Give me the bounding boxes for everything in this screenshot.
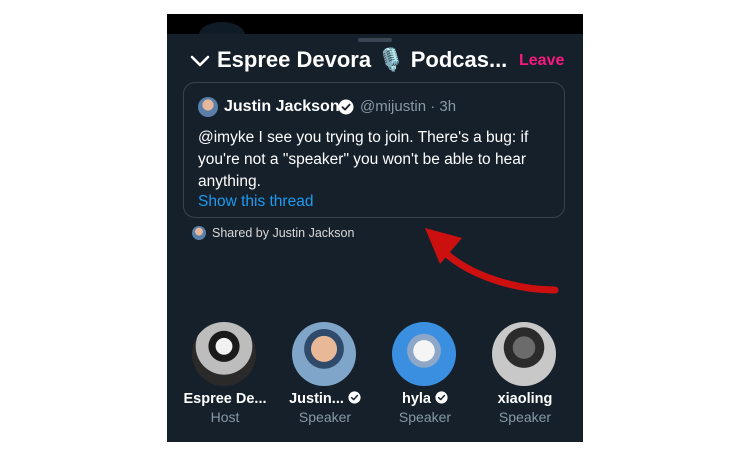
space-header: Espree Devora 🎙️ Podcas... Leave — [189, 46, 569, 74]
speaker-name-row: Justin... — [275, 389, 375, 409]
avatar[interactable] — [492, 322, 556, 386]
space-title: Espree Devora 🎙️ Podcas... — [217, 47, 508, 72]
avatar[interactable] — [392, 322, 456, 386]
verified-badge-icon — [338, 99, 354, 115]
speaker-role: Speaker — [398, 409, 452, 425]
status-bar-area — [167, 14, 583, 48]
avatar — [192, 226, 206, 240]
tweet-text: @imyke I see you trying to join. There's… — [198, 129, 529, 190]
avatar[interactable] — [292, 322, 356, 386]
drag-handle[interactable] — [358, 38, 392, 42]
avatar[interactable] — [192, 322, 256, 386]
speaker-name: Justin... — [289, 391, 344, 407]
speaker-item[interactable]: Espree De... Host — [175, 314, 275, 425]
avatar[interactable] — [198, 97, 218, 117]
chevron-down-icon[interactable] — [189, 50, 211, 72]
speaker-name: Espree De... — [183, 391, 267, 407]
speaker-role: Speaker — [298, 409, 352, 425]
speaker-item[interactable]: hyla Speaker — [375, 314, 475, 425]
verified-badge-icon — [348, 391, 361, 404]
leave-button[interactable]: Leave — [519, 49, 564, 73]
speaker-name: hyla — [401, 391, 431, 407]
show-thread-link[interactable]: Show this thread — [198, 191, 313, 213]
speaker-role: Host — [210, 409, 240, 425]
speakers-grid: Espree De... Host Justin... Speaker hyla… — [167, 314, 583, 425]
speaker-item[interactable]: Justin... Speaker — [275, 314, 375, 425]
tweet-author-handle: @mijustin · 3h — [360, 98, 457, 115]
space-screen: Espree Devora 🎙️ Podcas... Leave Justin … — [167, 14, 583, 442]
speaker-name-row: hyla — [375, 389, 475, 409]
next-row-partial — [167, 436, 583, 442]
pinned-tweet-card[interactable]: Justin Jackson @mijustin · 3h @imyke I s… — [183, 82, 565, 218]
verified-badge-icon — [435, 391, 448, 404]
speaker-role: Speaker — [498, 409, 552, 425]
next-row-avatars — [167, 441, 583, 442]
space-sheet: Espree Devora 🎙️ Podcas... Leave Justin … — [167, 34, 583, 442]
tweet-author-name[interactable]: Justin Jackson — [224, 95, 340, 119]
shared-by-text: Shared by Justin Jackson — [212, 226, 355, 240]
speaker-item[interactable]: xiaoling Speaker — [475, 314, 575, 425]
speaker-name: xiaoling — [497, 391, 553, 407]
